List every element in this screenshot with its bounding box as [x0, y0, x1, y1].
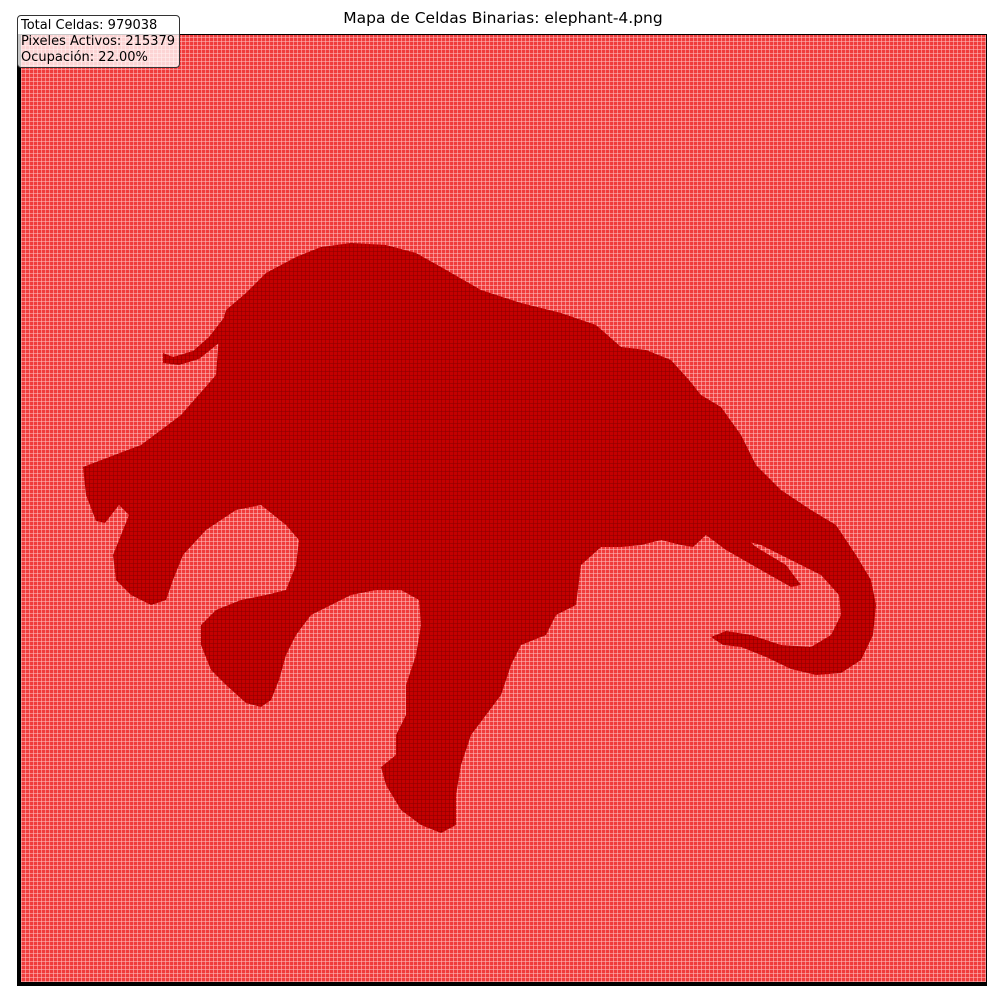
active-pixel-region: [83, 243, 876, 833]
stat-total-cells: Total Celdas: 979038: [21, 18, 158, 33]
stats-box: Total Celdas: 979038 Pixeles Activos: 21…: [17, 15, 181, 68]
stat-active-pixels: Pixeles Activos: 215379: [21, 34, 176, 49]
stat-occupancy: Ocupación: 22.00%: [21, 50, 148, 65]
elephant-silhouette: [83, 243, 876, 833]
plot-area: [17, 34, 987, 986]
